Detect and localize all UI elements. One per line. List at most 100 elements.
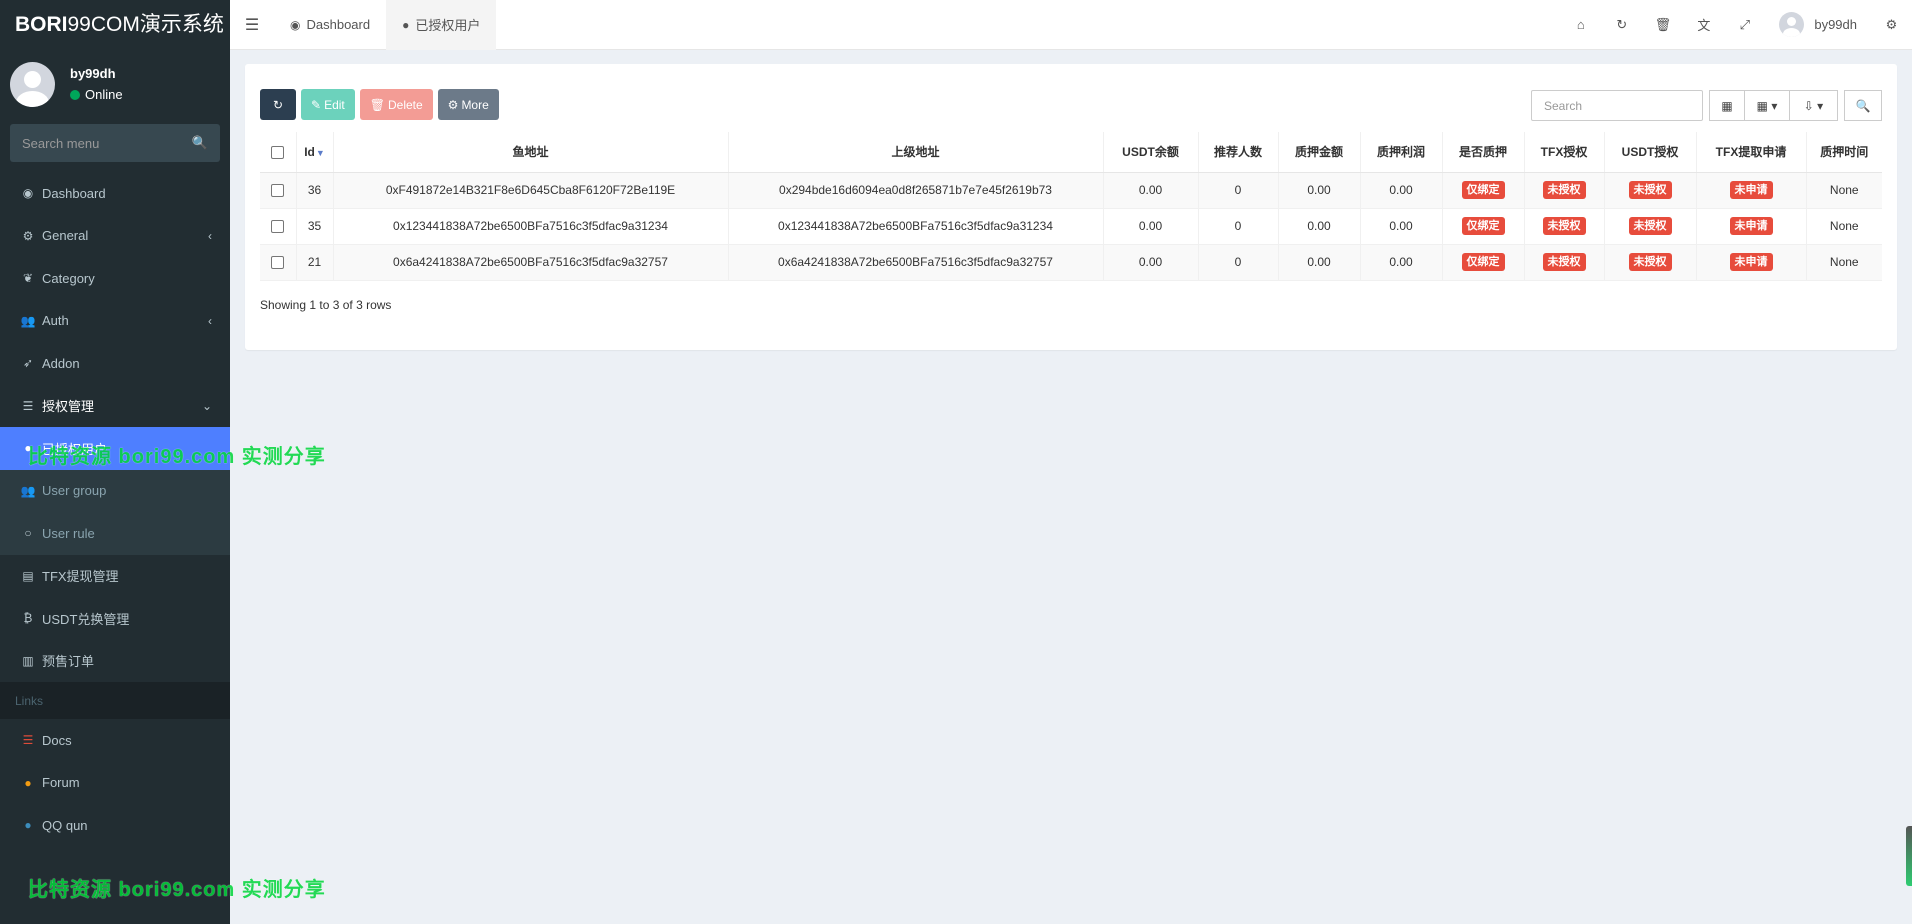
more-button[interactable]: ⚙ More bbox=[437, 89, 499, 120]
status-badge: 仅绑定 bbox=[1461, 253, 1505, 271]
content-panel: ↻ ✎Edit 🗑Delete ⚙More ▦ ▦ ▾ ⇩ ▾ 🔍 Id▼ 鱼地… bbox=[245, 64, 1897, 350]
cell-stake-amount: 0.00 bbox=[1277, 244, 1360, 280]
pencil-icon: ✎ bbox=[311, 97, 322, 112]
cell-stake-profit: 0.00 bbox=[1359, 208, 1442, 244]
row-checkbox[interactable] bbox=[260, 244, 296, 280]
cell-stake-profit: 0.00 bbox=[1359, 244, 1442, 280]
sidebar-item-presale-orders[interactable]: ▥ 预售订单 bbox=[0, 640, 230, 683]
user-panel: by99dh Online bbox=[0, 50, 230, 118]
toolbar: ↻ ✎ Edit 🗑 Delete ⚙ More bbox=[260, 89, 499, 120]
sidebar-item-auth[interactable]: 👥 Auth ‹ bbox=[0, 300, 230, 343]
trash-icon: 🗑 bbox=[369, 97, 385, 112]
cell-stake-amount: 0.00 bbox=[1277, 172, 1360, 208]
table-row[interactable]: 35 0x123441838A72be6500BFa7516c3f5dfac9a… bbox=[260, 208, 1882, 244]
status-badge: 未授权 bbox=[1628, 253, 1672, 271]
user-icon: ● bbox=[402, 17, 410, 32]
sidebar-item-docs[interactable]: ☰ Docs bbox=[0, 719, 230, 762]
col-referrals[interactable]: 推荐人数 bbox=[1197, 132, 1278, 173]
barcode-icon: ▥ bbox=[22, 653, 34, 668]
search-menu-input[interactable] bbox=[22, 135, 182, 151]
col-id[interactable]: Id▼ bbox=[295, 132, 333, 173]
cell-address: 0x6a4241838A72be6500BFa7516c3f5dfac9a327… bbox=[332, 244, 728, 280]
sidebar-item-category[interactable]: ❦ Category bbox=[0, 257, 230, 300]
avatar bbox=[10, 61, 55, 107]
brand-logo[interactable]: BORI99COM演示系统 bbox=[0, 0, 230, 50]
group-icon: 👥 bbox=[20, 483, 36, 498]
search-input[interactable] bbox=[1531, 90, 1703, 121]
sidebar-item-user-rule[interactable]: ○ User rule bbox=[0, 512, 230, 555]
fullscreen-icon[interactable]: ⤢ bbox=[1724, 0, 1765, 50]
sidebar-menu: ◉ Dashboard ⚙ General ‹ ❦ Category 👥 Auth ‹ ➶ A… bbox=[0, 172, 230, 470]
table-row[interactable]: 21 0x6a4241838A72be6500BFa7516c3f5dfac9a… bbox=[260, 244, 1882, 280]
row-checkbox[interactable] bbox=[260, 208, 296, 244]
users-icon: 👥 bbox=[20, 313, 36, 328]
links-header: Links bbox=[0, 682, 230, 719]
status-badge: 未授权 bbox=[1628, 181, 1672, 199]
col-usdt-auth[interactable]: USDT授权 bbox=[1603, 132, 1696, 173]
col-tfx-withdraw[interactable]: TFX提取申请 bbox=[1695, 132, 1806, 173]
col-stake-profit[interactable]: 质押利润 bbox=[1359, 132, 1442, 173]
trash-icon[interactable]: 🗑 bbox=[1642, 0, 1683, 50]
language-icon[interactable]: 文 bbox=[1683, 0, 1724, 50]
sidebar-item-general[interactable]: ⚙ General ‹ bbox=[0, 215, 230, 258]
status-badge: 仅绑定 bbox=[1461, 181, 1505, 199]
select-all-checkbox[interactable] bbox=[260, 132, 296, 173]
sidebar-item-dashboard[interactable]: ◉ Dashboard bbox=[0, 172, 230, 215]
col-parent-address[interactable]: 上级地址 bbox=[727, 132, 1103, 173]
tab-dashboard[interactable]: ◉ Dashboard bbox=[274, 0, 386, 50]
col-usdt-balance[interactable]: USDT余额 bbox=[1102, 132, 1198, 173]
sidebar-item-forum[interactable]: ● Forum bbox=[0, 762, 230, 805]
sidebar-item-usdt-exchange[interactable]: ₿ USDT兑换管理 bbox=[0, 597, 230, 640]
home-icon[interactable]: ⌂ bbox=[1560, 0, 1601, 50]
cell-stake-time: None bbox=[1805, 208, 1882, 244]
scrollbar-thumb[interactable] bbox=[1906, 826, 1912, 886]
cell-usdt-auth: 未授权 bbox=[1603, 172, 1696, 208]
sidebar-item-tfx-withdraw[interactable]: ▤ TFX提现管理 bbox=[0, 555, 230, 598]
sidebar-item-user-group[interactable]: 👥 User group bbox=[0, 470, 230, 513]
circle-icon: ○ bbox=[24, 526, 32, 541]
cell-is-staked: 仅绑定 bbox=[1441, 172, 1524, 208]
col-address[interactable]: 鱼地址 bbox=[332, 132, 728, 173]
search-icon: 🔍 bbox=[1855, 98, 1871, 113]
sidebar-item-qq[interactable]: ● QQ qun bbox=[0, 804, 230, 847]
edit-button[interactable]: ✎ Edit bbox=[301, 89, 355, 120]
col-tfx-auth[interactable]: TFX授权 bbox=[1523, 132, 1604, 173]
bitcoin-icon: ₿ bbox=[23, 611, 33, 626]
delete-button[interactable]: 🗑 Delete bbox=[359, 89, 433, 120]
cell-tfx-auth: 未授权 bbox=[1523, 244, 1604, 280]
dashboard-icon: ◉ bbox=[22, 186, 34, 201]
watermark: 比特资源 bori99.com 实测分享 bbox=[28, 446, 326, 468]
advanced-search-button[interactable]: 🔍 bbox=[1844, 90, 1882, 121]
columns-button[interactable]: ▦ ▾ bbox=[1745, 90, 1790, 121]
col-stake-amount[interactable]: 质押金额 bbox=[1277, 132, 1360, 173]
users-table: Id▼ 鱼地址 上级地址 USDT余额 推荐人数 质押金额 质押利润 是否质押 … bbox=[260, 132, 1882, 281]
sidebar-item-addon[interactable]: ➶ Addon bbox=[0, 342, 230, 385]
toggle-view-button[interactable]: ▦ bbox=[1709, 90, 1745, 121]
col-is-staked[interactable]: 是否质押 bbox=[1441, 132, 1524, 173]
menu-toggle-icon[interactable]: ☰ bbox=[230, 0, 274, 50]
export-button[interactable]: ⇩ ▾ bbox=[1790, 90, 1838, 121]
cell-tfx-auth: 未授权 bbox=[1523, 208, 1604, 244]
cell-tfx-withdraw: 未申请 bbox=[1695, 208, 1806, 244]
status-badge: 仅绑定 bbox=[1461, 217, 1505, 235]
cell-address: 0x123441838A72be6500BFa7516c3f5dfac9a312… bbox=[332, 208, 728, 244]
cell-stake-time: None bbox=[1805, 172, 1882, 208]
search-icon[interactable]: 🔍 bbox=[192, 135, 208, 151]
cell-usdt-balance: 0.00 bbox=[1102, 172, 1198, 208]
online-dot-icon bbox=[70, 89, 80, 100]
refresh-button[interactable]: ↻ bbox=[260, 89, 296, 120]
sidebar-submenu: 👥 User group ○ User rule bbox=[0, 469, 230, 555]
cell-usdt-auth: 未授权 bbox=[1603, 244, 1696, 280]
cell-stake-amount: 0.00 bbox=[1277, 208, 1360, 244]
col-stake-time[interactable]: 质押时间 bbox=[1805, 132, 1882, 173]
sidebar-item-auth-management[interactable]: ☰ 授权管理 ⌄ bbox=[0, 385, 230, 428]
cell-usdt-balance: 0.00 bbox=[1102, 244, 1198, 280]
tab-authorized-users[interactable]: ● 已授权用户 bbox=[386, 0, 497, 50]
settings-icon[interactable]: ⚙ bbox=[1871, 0, 1912, 50]
table-tools: ▦ ▦ ▾ ⇩ ▾ 🔍 bbox=[1531, 90, 1882, 121]
user-menu[interactable]: by99dh bbox=[1765, 12, 1871, 37]
refresh-icon[interactable]: ↻ bbox=[1601, 0, 1642, 50]
docs-icon: ☰ bbox=[22, 733, 34, 748]
row-checkbox[interactable] bbox=[260, 172, 296, 208]
table-row[interactable]: 36 0xF491872e14B321F8e6D645Cba8F6120F72B… bbox=[260, 172, 1882, 208]
